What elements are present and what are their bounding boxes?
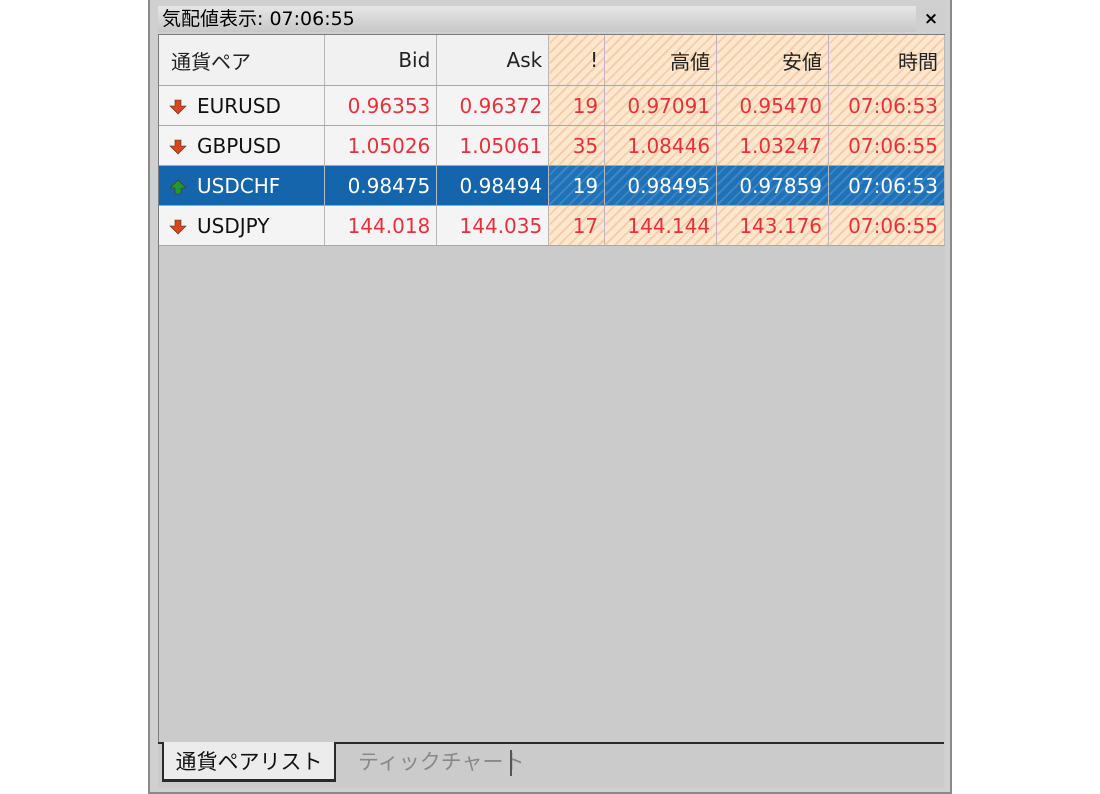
spread-cell: 19 [548,85,606,126]
time-cell: 07:06:55 [828,205,945,246]
tab-symbol-list[interactable]: 通貨ペアリスト [162,742,336,782]
down-arrow-icon [169,219,187,235]
symbol-name: USDJPY [197,213,270,238]
bid-cell: 0.96353 [324,85,438,126]
title-bar[interactable]: 気配値表示: 07:06:55 × [158,6,944,32]
table-row[interactable]: USDCHF 0.98475 0.98494 19 0.98495 0.97859 07:0… [159,165,945,206]
time-cell: 07:06:55 [828,125,945,166]
window-title: 気配値表示: 07:06:55 [162,8,355,30]
high-cell: 0.97091 [604,85,718,126]
column-header-high[interactable]: 高値 [604,35,718,86]
time-cell: 07:06:53 [828,85,945,126]
down-arrow-icon [169,139,187,155]
column-header-spread[interactable]: ! [548,35,606,86]
time-cell: 07:06:53 [828,165,945,206]
quotes-body: EURUSD 0.96353 0.96372 19 0.97091 0.95470 07:0… [159,85,945,246]
tab-separator [510,750,512,776]
column-header-low[interactable]: 安値 [716,35,830,86]
column-header-bid[interactable]: Bid [324,35,438,86]
symbol-name: USDCHF [197,173,281,198]
high-cell: 144.144 [604,205,718,246]
table-row[interactable]: GBPUSD 1.05026 1.05061 35 1.08446 1.03247 07:0… [159,125,945,166]
column-header-symbol[interactable]: 通貨ペア [159,35,326,86]
low-cell: 1.03247 [716,125,830,166]
bid-cell: 1.05026 [324,125,438,166]
quotes-panel: 通貨ペア Bid Ask ! 高値 安値 時間 EURUSD 0.96353 0.9… [158,34,945,743]
column-header-time[interactable]: 時間 [828,35,945,86]
column-header-ask[interactable]: Ask [436,35,550,86]
down-arrow-icon [169,99,187,115]
ask-cell: 144.035 [436,205,550,246]
table-row[interactable]: EURUSD 0.96353 0.96372 19 0.97091 0.95470 07:0… [159,85,945,126]
ask-cell: 0.96372 [436,85,550,126]
symbol-name: GBPUSD [197,133,282,158]
spread-cell: 17 [548,205,606,246]
quotes-table: 通貨ペア Bid Ask ! 高値 安値 時間 EURUSD 0.96353 0.9… [159,35,945,246]
tab-tick-chart[interactable]: ティックチャート [358,742,525,782]
low-cell: 143.176 [716,205,830,246]
spread-cell: 19 [548,165,606,206]
symbol-cell[interactable]: GBPUSD [159,125,326,166]
ask-cell: 0.98494 [436,165,550,206]
high-cell: 0.98495 [604,165,718,206]
low-cell: 0.97859 [716,165,830,206]
low-cell: 0.95470 [716,85,830,126]
symbol-cell[interactable]: EURUSD [159,85,326,126]
symbol-cell[interactable]: USDJPY [159,205,326,246]
ask-cell: 1.05061 [436,125,550,166]
symbol-name: EURUSD [197,93,281,118]
bid-cell: 0.98475 [324,165,438,206]
market-watch-window: 気配値表示: 07:06:55 × 通貨ペア Bid Ask ! 高値 安値 時… [148,0,952,794]
high-cell: 1.08446 [604,125,718,166]
up-arrow-icon [169,179,187,195]
header-row: 通貨ペア Bid Ask ! 高値 安値 時間 [159,35,945,86]
close-button[interactable]: × [920,8,942,30]
symbol-cell[interactable]: USDCHF [159,165,326,206]
tab-bar: 通貨ペアリスト ティックチャート [158,742,944,788]
table-row[interactable]: USDJPY 144.018 144.035 17 144.144 143.176 07:0… [159,205,945,246]
bid-cell: 144.018 [324,205,438,246]
spread-cell: 35 [548,125,606,166]
